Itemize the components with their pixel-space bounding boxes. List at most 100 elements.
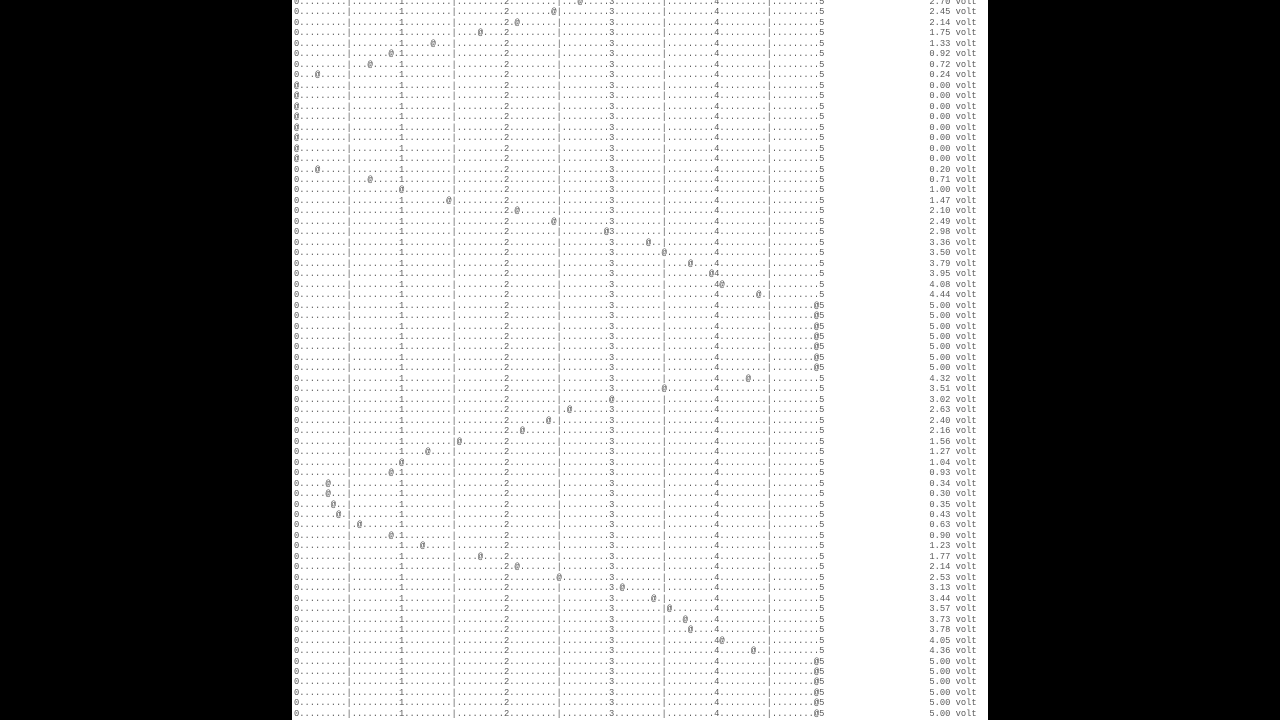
reading-value: 1.75 volt [824,28,977,39]
reading-row: 0.........|.........1....@....|.........… [294,447,977,457]
voltage-ascii-plot-output: 0.........|.........1.........|.........… [294,0,977,719]
reading-bar: 0.........|.........1.........|.........… [294,562,825,573]
reading-value: 4.05 volt [824,635,977,646]
reading-marker: @ [294,91,300,102]
reading-row: 0.......@.|.........1.........|.........… [294,510,977,520]
reading-bar: 0.........|.........1.........|.........… [294,572,825,583]
reading-row: @.........|.........1.........|.........… [294,91,977,101]
reading-row: 0.........|...@.....1.........|.........… [294,175,977,185]
reading-bar: @.........|.........1.........|.........… [294,91,825,102]
reading-row: 0.........|.........1.........|.........… [294,217,977,227]
reading-bar: 0.....@...|.........1.........|.........… [294,478,825,489]
reading-row: 0.........|.........1.........|.........… [294,311,977,321]
reading-value: 5.00 volt [824,677,977,688]
reading-bar: 0.........|.........1.........|.........… [294,394,825,405]
reading-row: 0.........|.........1.........|.........… [294,604,977,614]
reading-bar: 0.........|.........1....@....|.........… [294,447,825,458]
reading-marker: @ [813,687,820,698]
reading-value: 0.35 volt [824,499,977,510]
reading-row: 0.........|.........1.........|.........… [294,562,977,572]
reading-bar: 0.........|.........1.........|.........… [294,614,825,625]
reading-row: 0.........|.........1.........|.........… [294,7,977,17]
reading-bar: 0.........|.........1.........|.........… [294,667,825,677]
reading-marker: @ [577,0,583,7]
reading-marker: @ [477,551,484,562]
reading-row: @.........|.........1.........|.........… [294,154,977,164]
reading-bar: 0.........|.........1.........|.........… [294,687,825,698]
reading-row: 0.........|.........1.........|....@....… [294,28,977,38]
reading-row: 0.........|.........1.........|.........… [294,698,977,708]
reading-value: 0.00 volt [824,143,977,154]
reading-marker: @ [813,321,820,332]
reading-row: @.........|.........1.........|.........… [294,123,977,133]
reading-row: 0.........|.........1.........|.........… [294,677,977,687]
reading-value: 3.02 volt [824,394,977,405]
reading-marker: @ [388,468,394,479]
reading-marker: @ [430,38,436,49]
reading-row: 0.........|.........1.........|.........… [294,322,977,332]
reading-bar: 0.........|.........1.........|@........… [294,436,825,447]
reading-value: 5.00 volt [824,332,977,342]
reading-value: 0.63 volt [824,520,977,531]
reading-value: 3.36 volt [824,237,977,248]
reading-row: 0.........|.........1.........|.........… [294,0,977,7]
reading-marker: @ [813,300,820,311]
reading-value: 0.30 volt [824,489,977,500]
reading-marker: @ [514,206,520,217]
reading-row: 0.........|.........1.........|.........… [294,18,977,28]
reading-value: 0.72 volt [824,59,977,70]
reading-bar: 0...@.....|.........1.........|.........… [294,70,825,81]
reading-row: 0.....@...|.........1.........|.........… [294,479,977,489]
reading-marker: @ [756,290,762,301]
reading-row: 0.........|.........1.........|.........… [294,594,977,604]
reading-row: 0.........|.........1.........|.........… [294,615,977,625]
reading-marker: @ [546,415,552,426]
reading-marker: @ [813,677,820,688]
reading-marker: @ [813,332,820,342]
reading-bar: 0.........|.........1.........|.........… [294,216,825,227]
reading-bar: 0.........|.........1.........|.........… [294,708,825,719]
reading-value: 1.00 volt [824,185,977,196]
reading-value: 3.73 volt [824,614,977,625]
reading-marker: @ [719,279,725,290]
reading-bar: 0.........|.........1.........|.........… [294,248,825,259]
reading-marker: @ [514,17,520,28]
reading-value: 5.00 volt [824,656,977,667]
reading-bar: 0.........|.........1.........|.........… [294,300,825,311]
reading-row: 0......@..|.........1.........|.........… [294,500,977,510]
reading-bar: 0.........|.........1.........|.........… [294,206,825,217]
reading-bar: 0.........|.........1.........|.........… [294,352,825,363]
reading-value: 0.00 volt [824,91,977,102]
reading-bar: 0.........|.........1.........|.........… [294,625,825,636]
reading-bar: 0.........|.........1.........|.........… [294,258,825,269]
reading-marker: @ [294,133,300,144]
reading-bar: 0.........|.........@.........|.........… [294,457,825,468]
reading-row: 0.........|.........1.........|.........… [294,625,977,635]
reading-row: 0.........|.........@.........|.........… [294,185,977,195]
reading-row: @.........|.........1.........|.........… [294,144,977,154]
reading-value: 4.08 volt [824,279,977,290]
reading-bar: 0.........|.........1.........|.........… [294,593,825,604]
reading-marker: @ [551,7,557,18]
reading-bar: 0.........|.........1.........|.........… [294,7,825,18]
reading-bar: 0.........|.......@.1.........|.........… [294,530,825,541]
reading-marker: @ [687,625,694,636]
reading-row: 0.........|.........1.........|.........… [294,301,977,311]
reading-bar: 0.........|.........1.........|.........… [294,311,825,322]
reading-value: 5.00 volt [824,698,977,709]
reading-value: 1.04 volt [824,457,977,468]
reading-bar: 0.........|.........1.........|....@....… [294,28,825,39]
reading-value: 2.10 volt [824,206,977,217]
reading-marker: @ [708,269,715,280]
reading-marker: @ [619,583,625,594]
reading-row: 0.........|.........1.........|.........… [294,667,977,677]
reading-marker: @ [294,154,300,165]
reading-marker: @ [551,216,557,227]
reading-marker: @ [651,593,657,604]
reading-value: 2.70 volt [824,0,977,7]
reading-row: 0.........|.........1.........|.........… [294,636,977,646]
reading-value: 2.16 volt [824,426,977,437]
reading-value: 0.00 volt [824,122,977,133]
reading-value: 5.00 volt [824,708,977,719]
reading-bar: 0.........|.........1.........|.........… [294,0,824,7]
